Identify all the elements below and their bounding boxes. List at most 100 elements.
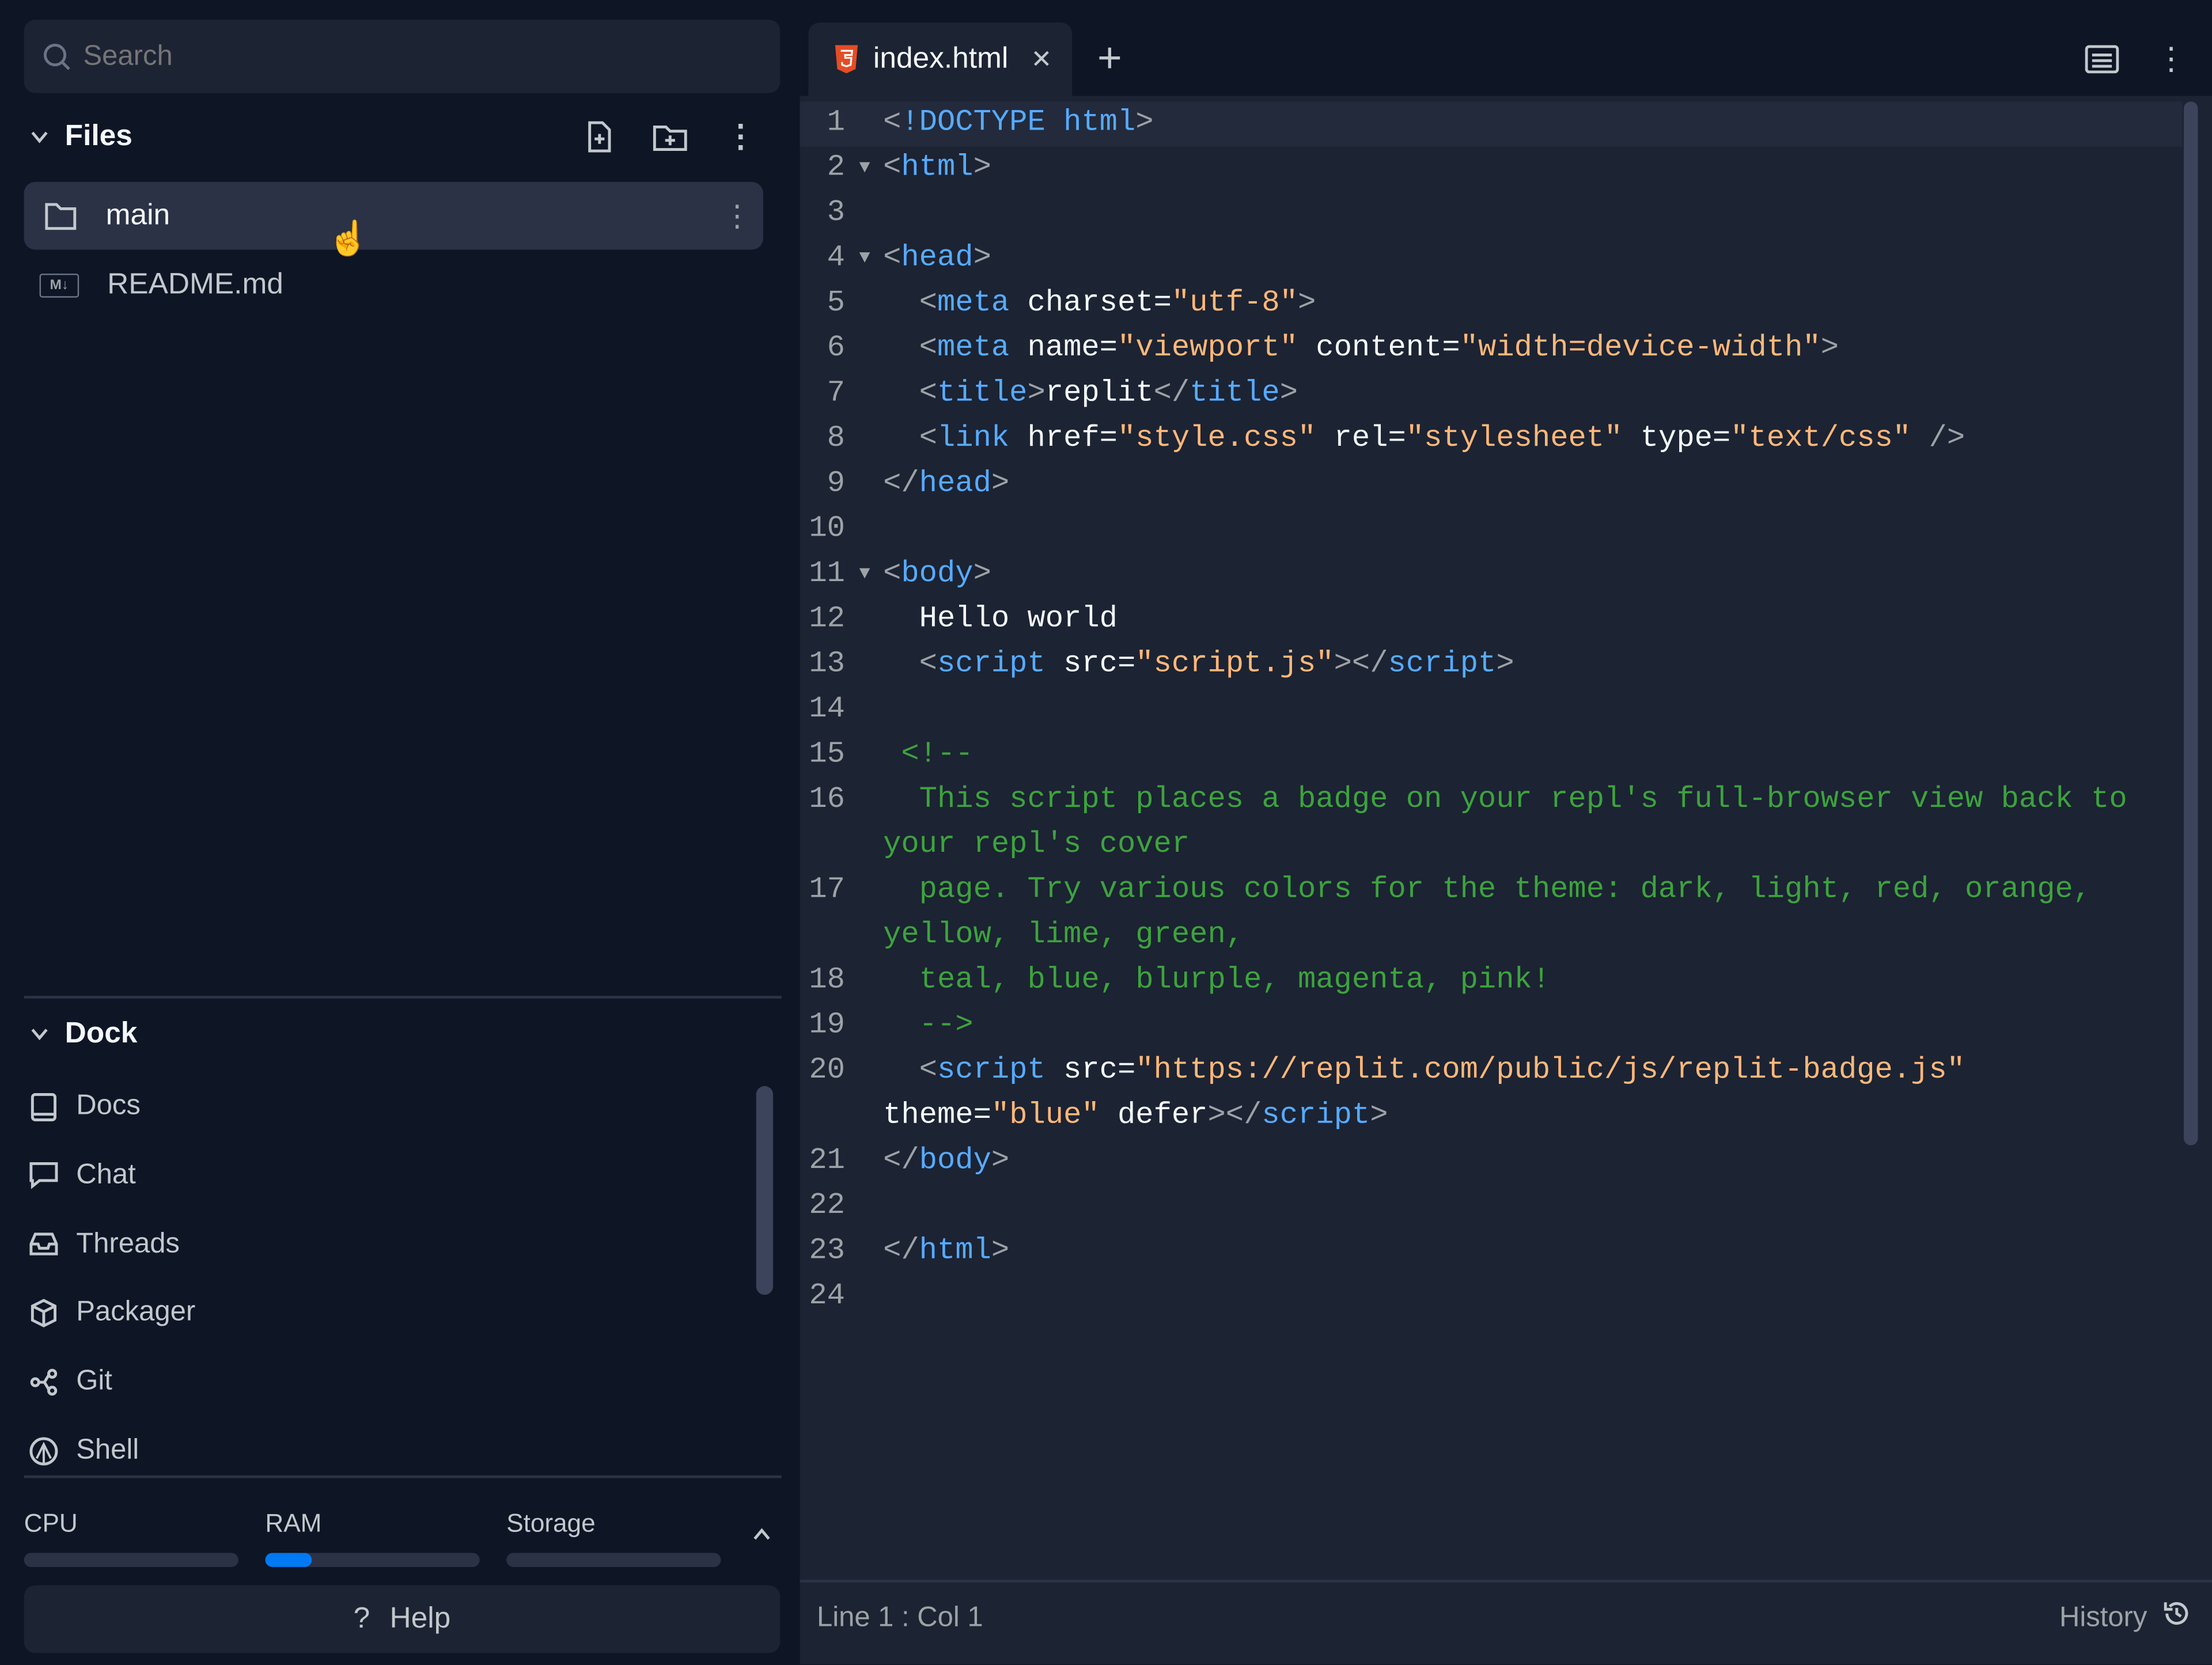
code-line[interactable]: 9 </head> [800,461,2183,506]
token-tag: script [1388,647,1497,681]
code-line[interactable]: 6 <meta name="viewport" content="width=d… [800,326,2183,371]
fold-arrow-icon[interactable]: ▼ [859,236,883,280]
code-line[interactable]: 11 ▼ <body> [800,552,2183,597]
token-str: "style.css" [1117,422,1316,456]
code-line[interactable]: 13 <script src="script.js"></script> [800,642,2183,687]
new-file-icon[interactable] [584,120,615,154]
fold-arrow-icon[interactable]: ▼ [859,145,883,190]
fold-gutter [859,371,883,416]
line-text: <script src="https://replit.com/public/j… [883,1048,2153,1139]
history-button[interactable]: History [2059,1598,2192,1638]
code-line[interactable]: 8 <link href="style.css" rel="stylesheet… [800,416,2183,461]
code-line[interactable]: 19 --> [800,1003,2183,1048]
help-icon: ? [353,1602,370,1635]
token-tag: script [1262,1098,1370,1133]
dock-header[interactable]: Dock [28,1017,137,1051]
line-number: 1 [827,105,845,140]
token-punct: > [973,151,991,185]
token-punct: < [919,647,937,681]
token-tag: link [937,422,1010,456]
line-number: 8 [827,422,845,456]
add-tab-icon[interactable]: + [1097,22,1122,96]
more-options-icon[interactable]: ⋮ [2156,22,2187,96]
code-line[interactable]: 1 <!DOCTYPE html> [800,100,2183,145]
token-punct: < [919,1053,937,1088]
resource-usage-fill [265,1553,313,1567]
search-box[interactable] [24,20,781,93]
token-tag: head [901,241,974,275]
fold-arrow-icon[interactable]: ▼ [859,552,883,597]
dock-item-threads[interactable]: Threads [28,1228,180,1260]
code-line[interactable]: 22 [800,1184,2183,1228]
chevron-down-icon[interactable] [28,1023,51,1045]
dock-item-git[interactable]: Git [28,1366,112,1398]
token-attr: name= [1009,331,1118,366]
code-line[interactable]: 5 <meta charset="utf-8"> [800,280,2183,325]
line-number: 16 [809,783,845,817]
chevron-up-icon[interactable] [751,1523,773,1546]
dock-item-chat[interactable]: Chat [28,1159,136,1192]
chevron-down-icon[interactable] [28,126,51,148]
dock-item-packager[interactable]: Packager [28,1297,195,1329]
code-line[interactable]: 2 ▼ <html> [800,145,2183,190]
resource-usage-bar [265,1553,480,1567]
files-header[interactable]: Files ⋮ [28,119,762,155]
code-line[interactable]: 20 <script src="https://replit.com/publi… [800,1048,2183,1139]
line-text: <title>replit</title> [883,371,2153,416]
close-icon[interactable]: ✕ [1031,44,1052,74]
code-line[interactable]: 16 This script places a badge on your re… [800,777,2183,867]
token-punct: < [883,151,902,185]
line-number: 18 [809,963,845,998]
more-options-icon[interactable]: ⋮ [722,198,752,233]
code-line[interactable]: 17 page. Try various colors for the them… [800,867,2183,958]
code-line[interactable]: 24 [800,1273,2183,1318]
line-number: 19 [809,1008,845,1042]
line-number: 3 [827,196,845,230]
code-line[interactable]: 10 [800,506,2183,551]
fold-gutter [859,416,883,461]
token-punct: > [1370,1098,1388,1133]
line-text: --> [883,1003,2153,1048]
history-label: History [2059,1601,2147,1633]
code-line[interactable]: 4 ▼ <head> [800,236,2183,280]
token-punct: < [919,376,937,411]
search-input[interactable] [83,40,733,73]
token-tag: head [919,466,991,501]
dock-item-shell[interactable]: Shell [28,1435,139,1467]
token-text: Hello world [883,602,1118,636]
code-line[interactable]: 7 <title>replit</title> [800,371,2183,416]
fold-gutter [859,506,883,551]
token-attr: defer [1099,1098,1208,1133]
tab-index-html[interactable]: index.html ✕ [808,22,1072,96]
code-line[interactable]: 3 [800,191,2183,236]
token-punct: < [883,105,902,140]
resource-storage: Storage [506,1509,721,1567]
code-line[interactable]: 23 </html> [800,1228,2183,1273]
fold-gutter [859,191,883,236]
file-item-readme[interactable]: M↓ README.md [39,261,283,309]
code-line[interactable]: 21 </body> [800,1138,2183,1183]
new-folder-icon[interactable] [652,122,688,153]
code-line[interactable]: 15 <!-- [800,732,2183,777]
editor-scrollbar[interactable] [2184,101,2198,1146]
fold-gutter [859,1228,883,1273]
layout-icon[interactable] [2085,22,2119,96]
markdown-icon: M↓ [39,272,79,297]
dock-item-label: Packager [76,1296,196,1328]
more-options-icon[interactable]: ⋮ [725,119,756,155]
dock-scrollbar[interactable] [756,1086,774,1295]
token-str: "stylesheet" [1406,422,1623,456]
line-text: <body> [883,552,2153,597]
code-line[interactable]: 18 teal, blue, blurple, magenta, pink! [800,958,2183,1003]
dock-item-docs[interactable]: Docs [28,1090,141,1122]
line-number: 17 [809,873,845,907]
code-area[interactable]: 1 <!DOCTYPE html> 2 ▼ <html> 3 4 ▼ <head> 5 <met… [800,100,2183,1319]
code-line[interactable]: 12 Hello world [800,597,2183,642]
help-button[interactable]: ? Help [24,1585,781,1653]
token-punct: /> [1911,422,1965,456]
token-comment: --> [883,1008,974,1042]
token-punct: </ [883,1144,919,1178]
code-line[interactable]: 14 [800,687,2183,732]
file-item-main[interactable]: main ⋮ [24,181,763,250]
